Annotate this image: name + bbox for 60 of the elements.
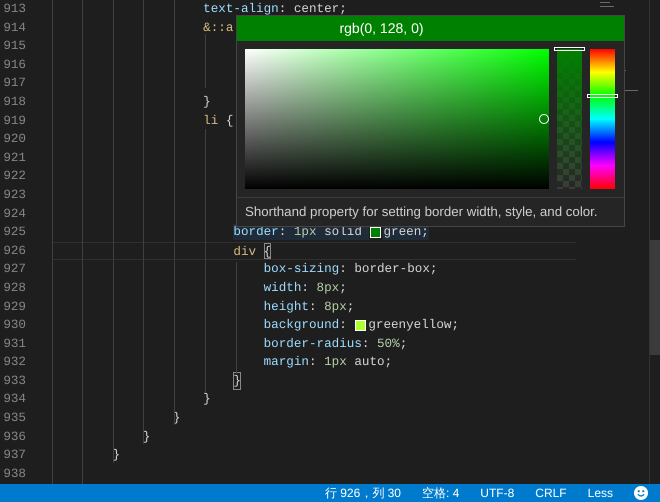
status-item[interactable]: 空格: 4 [422, 484, 460, 502]
saturation-handle[interactable] [539, 114, 549, 124]
saturation-box[interactable] [245, 49, 549, 189]
line-number: 929 [2, 298, 26, 316]
line-number: 921 [2, 150, 26, 167]
line-number: 936 [2, 428, 26, 446]
code-text: border-radius: 50%; [264, 336, 408, 353]
code-text: &::a [203, 20, 234, 37]
line-number: 914 [2, 20, 26, 37]
code-text: li { [203, 112, 234, 130]
line-number: 917 [2, 75, 26, 92]
line-number: 924 [2, 206, 26, 223]
code-text: margin: 1px auto; [264, 354, 392, 372]
line-number: 928 [2, 280, 26, 297]
code-text: } [203, 94, 211, 111]
line-number: 937 [2, 447, 26, 464]
code-text: div [233, 244, 258, 260]
color-swatch[interactable] [370, 226, 382, 238]
code-text: text-align: center; [203, 1, 347, 18]
line-number: 923 [2, 186, 26, 204]
line-number: 918 [2, 94, 26, 111]
line-number: 931 [2, 336, 26, 353]
line-number: 926 [2, 242, 26, 260]
line-number: 934 [2, 391, 26, 408]
line-number: 915 [2, 38, 26, 56]
opacity-thumb[interactable] [554, 47, 585, 51]
code-text: width: 8px; [264, 280, 347, 297]
hue-slider[interactable] [590, 49, 615, 189]
line-number: 925 [2, 224, 26, 242]
status-item[interactable]: 行 926，列 30 [324, 484, 401, 502]
line-number: 938 [2, 466, 26, 483]
line-number: 930 [2, 317, 26, 334]
line-number: 922 [2, 168, 26, 186]
code-text: } [203, 391, 211, 408]
smiley-icon[interactable] [634, 486, 648, 500]
line-number: 913 [2, 1, 26, 18]
color-swatch[interactable] [355, 320, 366, 331]
line-number: 935 [2, 410, 26, 428]
code-text: } [142, 428, 150, 446]
line-number: 916 [2, 56, 26, 74]
hue-thumb[interactable] [587, 94, 618, 98]
status-item[interactable]: CRLF [535, 484, 567, 502]
status-item[interactable]: Less [588, 484, 613, 502]
matched-bracket: { [264, 242, 272, 260]
line-number: 920 [2, 131, 26, 148]
line-number: 933 [2, 372, 26, 390]
status-item[interactable]: UTF-8 [480, 484, 514, 502]
scrollbar-thumb[interactable] [650, 240, 660, 355]
opacity-slider[interactable] [557, 49, 582, 189]
hover-text: Shorthand property for setting border width, style, and color. [245, 203, 598, 222]
line-number: 919 [2, 112, 26, 130]
code-text: } [112, 447, 120, 464]
code-text: box-sizing: border-box; [264, 261, 438, 278]
code-text: height: 8px; [264, 298, 354, 316]
line-number: 927 [2, 261, 26, 278]
matched-bracket: } [233, 372, 241, 390]
line-number: 932 [2, 354, 26, 372]
color-preview[interactable]: rgb(0, 128, 0) [237, 16, 624, 41]
code-text: background: [264, 317, 348, 334]
code-text: greenyellow; [368, 317, 460, 334]
